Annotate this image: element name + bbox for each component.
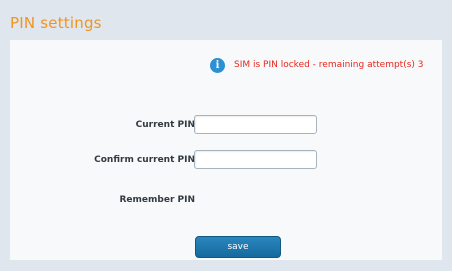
confirm-pin-label: Confirm current PIN xyxy=(94,155,195,165)
current-pin-input[interactable] xyxy=(194,115,317,134)
save-button[interactable]: save xyxy=(195,236,281,258)
pin-form: i SIM is PIN locked - remaining attempt(… xyxy=(10,40,442,260)
info-icon: i xyxy=(210,57,225,73)
page-title: PIN settings xyxy=(10,14,102,32)
current-pin-label: Current PIN xyxy=(135,120,195,130)
remember-pin-label: Remember PIN xyxy=(119,195,196,205)
current-pin-row: Current PIN xyxy=(10,115,442,137)
pin-lock-alert: i SIM is PIN locked - remaining attempt(… xyxy=(210,56,424,74)
confirm-pin-row: Confirm current PIN xyxy=(10,150,442,172)
remember-pin-row: Remember PIN xyxy=(10,190,442,212)
alert-message: SIM is PIN locked - remaining attempt(s)… xyxy=(234,60,424,70)
confirm-pin-input[interactable] xyxy=(194,150,317,169)
pin-settings-panel: PIN settings i SIM is PIN locked - remai… xyxy=(0,0,452,271)
